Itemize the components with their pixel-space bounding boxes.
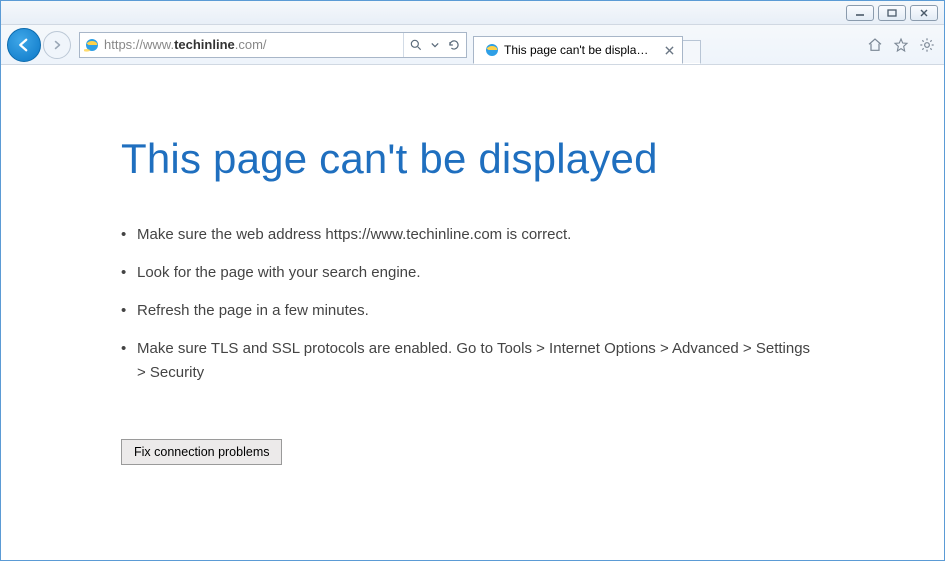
url-tail: .com/	[235, 37, 267, 52]
home-icon[interactable]	[866, 36, 884, 54]
window-titlebar	[1, 1, 944, 25]
suggestion-item: Look for the page with your search engin…	[121, 261, 821, 285]
url-scheme: https://www.	[104, 37, 174, 52]
search-icon[interactable]	[404, 33, 428, 57]
tab-strip: This page can't be displayed	[473, 29, 701, 60]
tab-close-button[interactable]	[662, 43, 676, 57]
navigation-toolbar: https://www.techinline.com/ This page ca…	[1, 25, 944, 65]
new-tab-button[interactable]	[683, 40, 701, 64]
ie-icon	[484, 42, 500, 58]
search-dropdown-icon[interactable]	[428, 33, 442, 57]
favorites-icon[interactable]	[892, 36, 910, 54]
address-bar[interactable]: https://www.techinline.com/	[79, 32, 467, 58]
tab-active[interactable]: This page can't be displayed	[473, 36, 683, 64]
url-host: techinline	[174, 37, 235, 52]
error-suggestions: Make sure the web address https://www.te…	[121, 223, 824, 385]
suggestion-item: Make sure the web address https://www.te…	[121, 223, 821, 247]
window-maximize-button[interactable]	[878, 5, 906, 21]
suggestion-item: Refresh the page in a few minutes.	[121, 299, 821, 323]
refresh-icon[interactable]	[442, 33, 466, 57]
error-heading: This page can't be displayed	[121, 135, 824, 183]
back-button[interactable]	[7, 28, 41, 62]
page-content: This page can't be displayed Make sure t…	[1, 65, 944, 485]
tab-title: This page can't be displayed	[504, 43, 654, 57]
ie-icon	[84, 37, 100, 53]
address-bar-controls	[403, 33, 466, 57]
window-minimize-button[interactable]	[846, 5, 874, 21]
fix-connection-button[interactable]: Fix connection problems	[121, 439, 282, 465]
forward-button[interactable]	[43, 31, 71, 59]
toolbar-right	[866, 36, 938, 54]
suggestion-item: Make sure TLS and SSL protocols are enab…	[121, 337, 821, 385]
settings-gear-icon[interactable]	[918, 36, 936, 54]
window-close-button[interactable]	[910, 5, 938, 21]
